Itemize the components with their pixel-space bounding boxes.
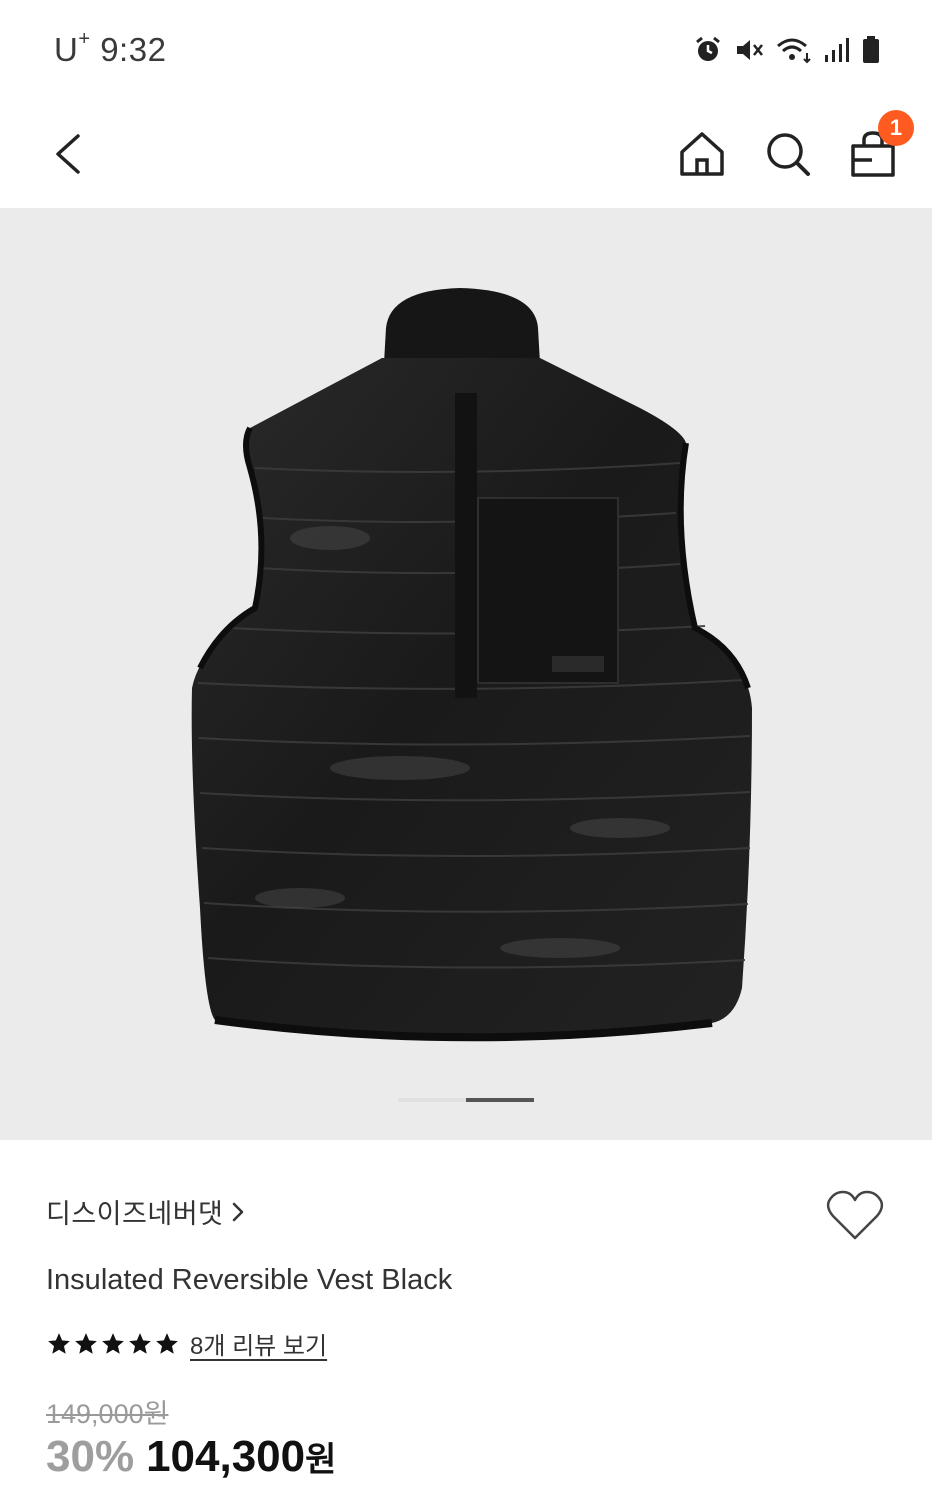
cart-count-badge: 1 [878,110,914,146]
search-icon [767,133,810,176]
star-icon [48,1332,70,1354]
status-bar: U+ 9:32 [0,0,932,100]
home-button[interactable] [678,130,726,178]
status-icons [694,36,880,64]
cart-button[interactable]: 1 [850,110,914,178]
vest-image [191,288,752,1042]
wifi-icon [777,38,811,64]
nav-actions: 1 [678,110,914,178]
star-icon [129,1332,151,1354]
carousel-dot[interactable] [398,1098,466,1102]
carousel-indicator [398,1098,534,1102]
carrier-time: U+ 9:32 [54,28,167,69]
product-name: Insulated Reversible Vest Black [46,1264,453,1296]
product-info: 디스이즈네버댓 Insulated Reversible Vest Black … [0,1140,932,1500]
product-image-carousel[interactable] [0,208,932,1140]
star-icon [75,1332,97,1354]
sale-price-value: 104,300 [146,1432,306,1481]
chevron-left-icon [56,134,80,174]
back-button[interactable] [50,132,86,176]
star-icon [156,1332,178,1354]
carrier-plus: + [78,28,91,50]
price-row: 30% 104,300원 [46,1432,336,1482]
battery-icon [863,36,879,63]
rating-stars [46,1331,180,1357]
top-nav: 1 [0,100,932,208]
mute-icon [737,40,763,60]
original-price: 149,000원 [46,1399,169,1429]
heart-icon [826,1190,884,1240]
clock: 9:32 [100,31,167,68]
rating-row: 8개 리뷰 보기 [46,1326,327,1361]
discount-rate: 30% [46,1432,135,1481]
brand-link[interactable]: 디스이즈네버댓 [46,1192,245,1231]
currency-label: 원 [305,1441,337,1479]
signal-icon [825,38,849,62]
review-link[interactable]: 8개 리뷰 보기 [190,1326,327,1361]
sale-price: 104,300원 [146,1432,336,1482]
brand-name: 디스이즈네버댓 [46,1199,224,1229]
wishlist-button[interactable] [826,1190,884,1247]
search-button[interactable] [764,130,812,178]
star-icon [102,1332,124,1354]
alarm-icon [696,36,720,61]
chevron-right-icon [233,1202,244,1221]
home-icon [680,132,724,176]
carrier-label: U [54,31,79,68]
carousel-dot-active[interactable] [466,1098,534,1102]
